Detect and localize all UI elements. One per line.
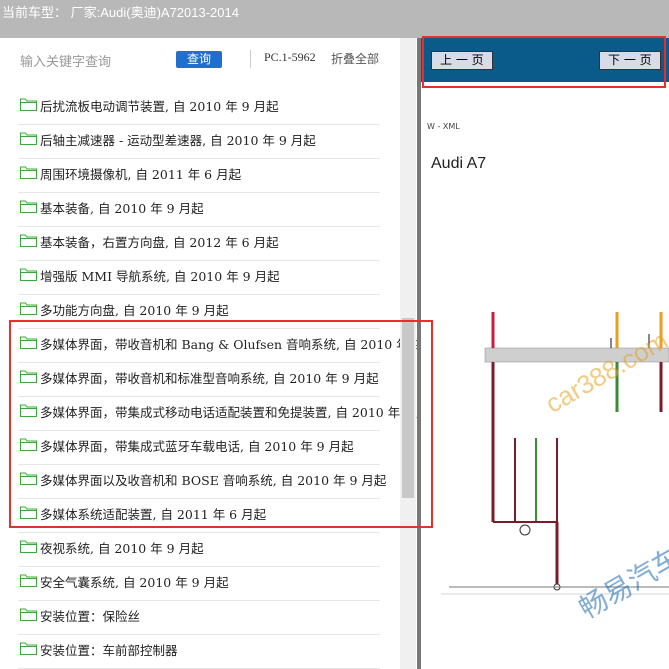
watermark-brand: 畅易汽车: [573, 541, 669, 626]
pc-number: PC.1-5962: [264, 50, 316, 64]
folder-icon: [20, 234, 37, 247]
folder-icon: [20, 132, 37, 145]
folder-icon: [20, 200, 37, 213]
tree-item[interactable]: 后轴主减速器 - 运动型差速器, 自 2010 年 9 月起: [18, 124, 380, 159]
tree-item-label: 基本装备，右置方向盘, 自 2012 年 6 月起: [40, 235, 279, 250]
tree-item[interactable]: 安全气囊系统, 自 2010 年 9 月起: [18, 566, 380, 601]
tree-item[interactable]: 夜视系统, 自 2010 年 9 月起: [18, 532, 380, 567]
folder-icon: [20, 302, 37, 315]
nav-highlight-box: [422, 36, 666, 88]
tree-item-label: 增强版 MMI 导航系统, 自 2010 年 9 月起: [40, 269, 280, 284]
tree-item[interactable]: 后扰流板电动调节装置, 自 2010 年 9 月起: [18, 90, 380, 125]
tree-item-label: 夜视系统, 自 2010 年 9 月起: [40, 541, 204, 556]
tree-item-label: 周围环境摄像机, 自 2011 年 6 月起: [40, 167, 242, 182]
wiring-diagram: car388.com 畅易汽车: [441, 312, 669, 626]
window-title: 当前车型： 厂家:Audi(奥迪)A72013-2014: [2, 5, 239, 20]
tree-item[interactable]: 基本装备，右置方向盘, 自 2012 年 6 月起: [18, 226, 380, 261]
tree-item-label: 安装位置：保险丝: [40, 609, 141, 624]
watermark-text: car388.com: [540, 325, 669, 419]
collapse-all-link[interactable]: 折叠全部: [331, 50, 379, 67]
document-pane: 上 一 页 下 一 页 W - XML Audi A7 car388.com 畅…: [421, 38, 669, 669]
tree-item-label: 后扰流板电动调节装置, 自 2010 年 9 月起: [40, 99, 279, 114]
search-toolbar: 输入关键字查询 查询 PC.1-5962 折叠全部: [0, 38, 400, 82]
tree-item[interactable]: 安装位置：保险丝: [18, 600, 380, 635]
tree-item[interactable]: 安装位置：车前部控制器: [18, 634, 380, 669]
items-highlight-box: [9, 320, 433, 528]
tree-item-label: 安全气囊系统, 自 2010 年 9 月起: [40, 575, 229, 590]
folder-icon: [20, 268, 37, 281]
tree-item-label: 多功能方向盘, 自 2010 年 9 月起: [40, 303, 229, 318]
toolbar-divider: [250, 50, 251, 68]
folder-icon: [20, 98, 37, 111]
tree-item-label: 后轴主减速器 - 运动型差速器, 自 2010 年 9 月起: [40, 133, 316, 148]
tree-item-label: 安装位置：车前部控制器: [40, 643, 178, 658]
query-button[interactable]: 查询: [176, 51, 222, 68]
tree-item[interactable]: 周围环境摄像机, 自 2011 年 6 月起: [18, 158, 380, 193]
tree-item[interactable]: 增强版 MMI 导航系统, 自 2010 年 9 月起: [18, 260, 380, 295]
search-input[interactable]: 输入关键字查询: [20, 51, 111, 70]
folder-icon: [20, 642, 37, 655]
title-bar: 当前车型： 厂家:Audi(奥迪)A72013-2014: [0, 0, 669, 38]
tree-item[interactable]: 基本装备, 自 2010 年 9 月起: [18, 192, 380, 227]
folder-icon: [20, 608, 37, 621]
folder-icon: [20, 540, 37, 553]
folder-icon: [20, 166, 37, 179]
tree-item-label: 基本装备, 自 2010 年 9 月起: [40, 201, 204, 216]
folder-icon: [20, 574, 37, 587]
